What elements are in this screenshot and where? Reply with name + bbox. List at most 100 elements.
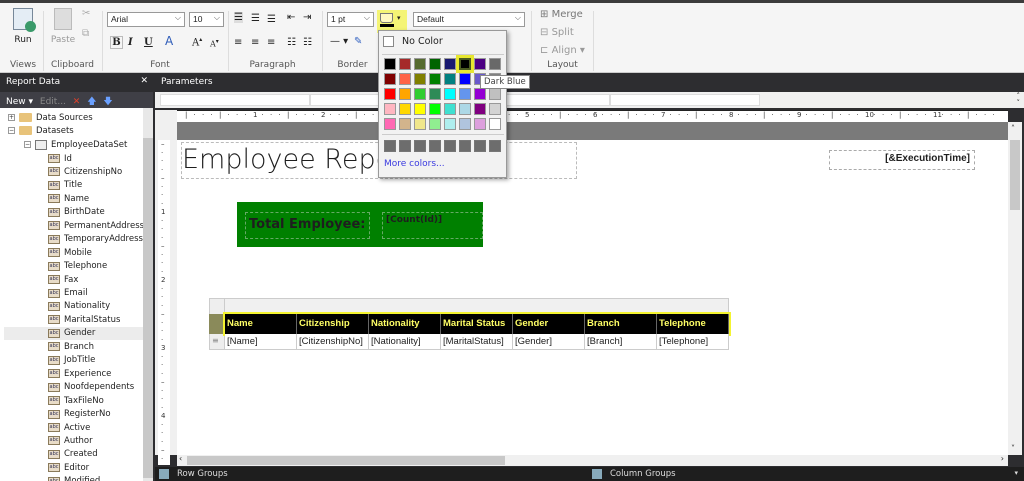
color-swatch[interactable] (474, 58, 486, 70)
tree-field-mobile[interactable]: abc Mobile (48, 246, 92, 259)
number-format-select[interactable]: Default ⌵ (413, 12, 525, 27)
color-swatch[interactable] (444, 88, 456, 100)
no-color-option[interactable]: No Color (383, 36, 443, 47)
header-cell-gender[interactable]: Gender (513, 314, 585, 334)
color-swatch[interactable] (414, 103, 426, 115)
align-left-icon[interactable]: ≡ (234, 37, 242, 48)
border-color-icon[interactable]: ✎ (354, 36, 362, 47)
grow-font-icon[interactable]: A▴ (192, 36, 202, 48)
header-cell-branch[interactable]: Branch (585, 314, 657, 334)
recent-color-swatch[interactable] (489, 140, 501, 152)
tree-field-jobtitle[interactable]: abc JobTitle (48, 354, 95, 367)
tree-field-birthdate[interactable]: abc BirthDate (48, 206, 105, 219)
tree-field-id[interactable]: abc Id (48, 152, 72, 165)
recent-color-swatch[interactable] (459, 140, 471, 152)
color-swatch-selected[interactable] (456, 55, 474, 73)
border-style-icon[interactable]: — ▾ (330, 36, 348, 47)
header-cell-nationality[interactable]: Nationality (369, 314, 441, 334)
header-cell-citizenship[interactable]: Citizenship (297, 314, 369, 334)
edit-button[interactable]: Edit... (40, 97, 66, 107)
color-swatch[interactable] (384, 58, 396, 70)
tree-field-title[interactable]: abc Title (48, 179, 82, 192)
color-swatch[interactable] (429, 73, 441, 85)
tree-field-editor[interactable]: abc Editor (48, 461, 89, 474)
color-swatch[interactable] (459, 88, 471, 100)
shrink-font-icon[interactable]: A▾ (210, 38, 219, 49)
color-swatch[interactable] (399, 118, 411, 130)
color-swatch[interactable] (429, 103, 441, 115)
color-swatch[interactable] (489, 118, 501, 130)
tree-field-nationality[interactable]: abc Nationality (48, 300, 110, 313)
color-swatch[interactable] (489, 103, 501, 115)
move-down-icon[interactable]: 🡇 (103, 97, 112, 107)
bold-button[interactable]: B (110, 36, 123, 49)
color-swatch[interactable] (459, 118, 471, 130)
new-button[interactable]: New ▾ (6, 97, 33, 107)
tree-field-telephone[interactable]: abc Telephone (48, 260, 107, 273)
color-swatch[interactable] (399, 103, 411, 115)
recent-color-swatch[interactable] (429, 140, 441, 152)
color-swatch[interactable] (384, 118, 396, 130)
detail-cell-marital-status[interactable]: [MaritalStatus] (441, 334, 513, 350)
paste-button[interactable]: Paste (48, 8, 78, 45)
tree-field-email[interactable]: abc Email (48, 287, 88, 300)
close-icon[interactable]: ✕ (140, 76, 148, 86)
decrease-indent-icon[interactable]: ⇤ (287, 12, 295, 23)
tree-field-citizenshipno[interactable]: abc CitizenshipNo (48, 165, 122, 178)
tree-field-active[interactable]: abc Active (48, 421, 90, 434)
color-swatch[interactable] (474, 118, 486, 130)
header-cell-name[interactable]: Name (225, 314, 297, 334)
tree-field-created[interactable]: abc Created (48, 448, 98, 461)
color-swatch[interactable] (489, 58, 501, 70)
align-bottom-icon[interactable]: ☰ (267, 14, 276, 25)
report-design-surface[interactable]: Employee Repo [&ExecutionTime] Total Emp… (177, 140, 1008, 455)
color-swatch[interactable] (429, 118, 441, 130)
increase-indent-icon[interactable]: ⇥ (303, 12, 311, 23)
detail-cell-telephone[interactable]: [Telephone] (657, 334, 729, 350)
column-handles[interactable] (209, 298, 729, 314)
color-swatch[interactable] (384, 73, 396, 85)
total-employee-label[interactable]: Total Employee: (245, 212, 370, 239)
font-name-select[interactable]: Arial ⌵ (107, 12, 185, 27)
grouping-dropdown-icon[interactable]: ▾ (1014, 469, 1018, 477)
cut-icon[interactable]: ✂ (82, 8, 90, 19)
color-swatch[interactable] (459, 103, 471, 115)
tree-data-sources[interactable]: + Data Sources (8, 111, 93, 124)
font-color-button[interactable]: A (165, 34, 173, 48)
color-swatch[interactable] (414, 88, 426, 100)
tree-field-registerno[interactable]: abc RegisterNo (48, 408, 111, 421)
color-swatch[interactable] (444, 118, 456, 130)
recent-color-swatch[interactable] (399, 140, 411, 152)
color-swatch[interactable] (414, 58, 426, 70)
tree-field-temporaryaddress[interactable]: abc TemporaryAddress (48, 233, 143, 246)
move-up-icon[interactable]: 🡅 (87, 97, 96, 107)
underline-button[interactable]: U (144, 37, 153, 48)
numbering-icon[interactable]: ☷ (303, 37, 312, 48)
recent-color-swatch[interactable] (414, 140, 426, 152)
recent-color-swatch[interactable] (444, 140, 456, 152)
table-header-row[interactable]: Name Citizenship Nationality Marital Status… (223, 312, 731, 336)
color-swatch[interactable] (399, 88, 411, 100)
total-employee-box[interactable]: Total Employee: [Count(Id)] (237, 202, 483, 247)
color-swatch[interactable] (414, 118, 426, 130)
recent-color-swatch[interactable] (474, 140, 486, 152)
horizontal-scrollbar[interactable]: ‹ › (177, 454, 1008, 466)
color-swatch[interactable] (489, 88, 501, 100)
tree-datasets[interactable]: − Datasets (8, 124, 74, 137)
header-row-handle[interactable] (209, 314, 225, 334)
color-swatch[interactable] (384, 103, 396, 115)
copy-icon[interactable]: ⧉ (82, 28, 89, 39)
vertical-scrollbar[interactable]: ˄ ˅ (1008, 122, 1022, 455)
parameters-scroll-icon[interactable]: ˄ ˅ (1017, 93, 1021, 107)
border-width-select[interactable]: 1 pt ⌵ (327, 12, 374, 27)
color-swatch[interactable] (444, 58, 456, 70)
align-button[interactable]: ⊏ Align ▾ (540, 45, 585, 56)
tree-field-taxfileno[interactable]: abc TaxFileNo (48, 394, 104, 407)
detail-cell-citizenship[interactable]: [CitizenshipNo] (297, 334, 369, 350)
bullets-icon[interactable]: ☷ (287, 37, 296, 48)
color-swatch[interactable] (399, 58, 411, 70)
run-button[interactable]: Run (8, 8, 38, 50)
tree-field-maritalstatus[interactable]: abc MaritalStatus (48, 313, 120, 326)
tree-field-experience[interactable]: abc Experience (48, 367, 111, 380)
more-colors-link[interactable]: More colors... (384, 159, 445, 169)
